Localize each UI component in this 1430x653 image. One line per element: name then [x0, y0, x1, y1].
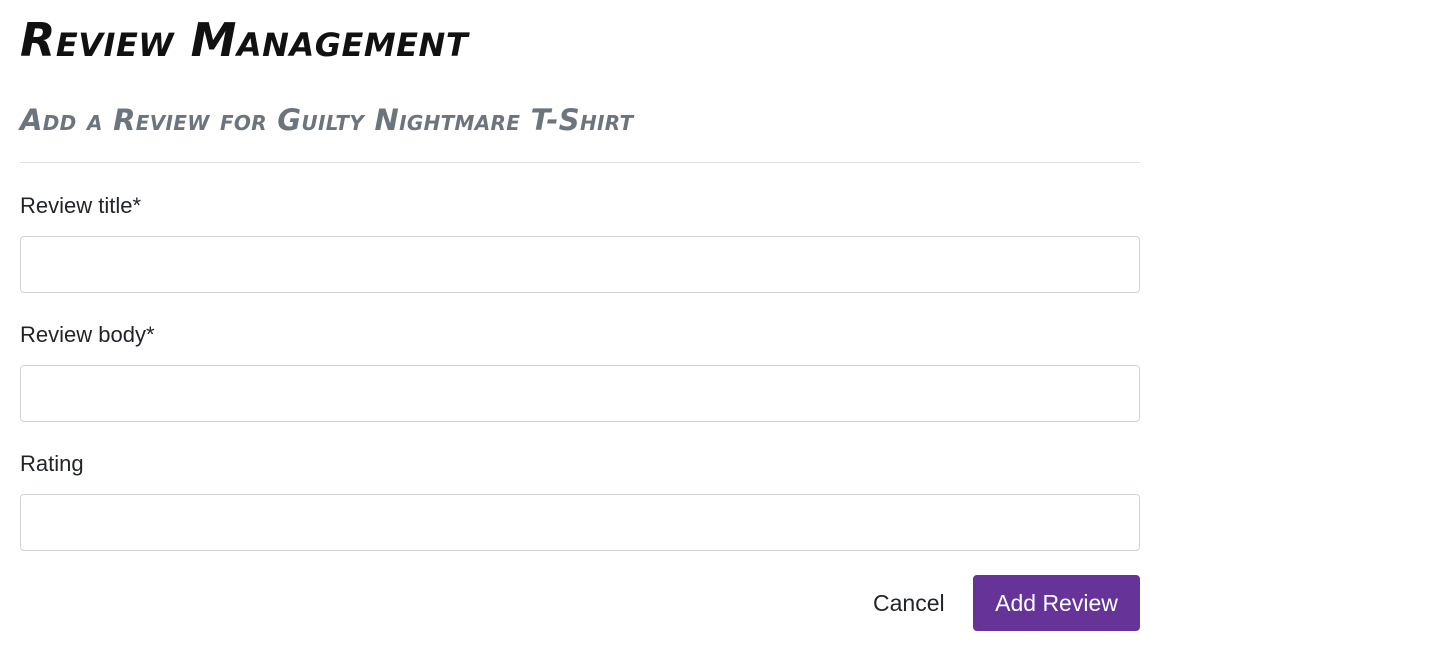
review-body-label: Review body*: [20, 322, 155, 347]
page-subtitle: Add a Review for Guilty Nightmare T-Shir…: [20, 103, 634, 137]
header-divider: [20, 162, 1140, 163]
add-review-button[interactable]: Add Review: [973, 575, 1140, 631]
cancel-link[interactable]: Cancel: [873, 589, 945, 617]
review-body-input[interactable]: [20, 365, 1140, 422]
rating-label: Rating: [20, 451, 84, 476]
review-title-label: Review title*: [20, 193, 142, 218]
review-title-input[interactable]: [20, 236, 1140, 293]
page-title: Review Management: [20, 13, 469, 67]
rating-input[interactable]: [20, 494, 1140, 551]
